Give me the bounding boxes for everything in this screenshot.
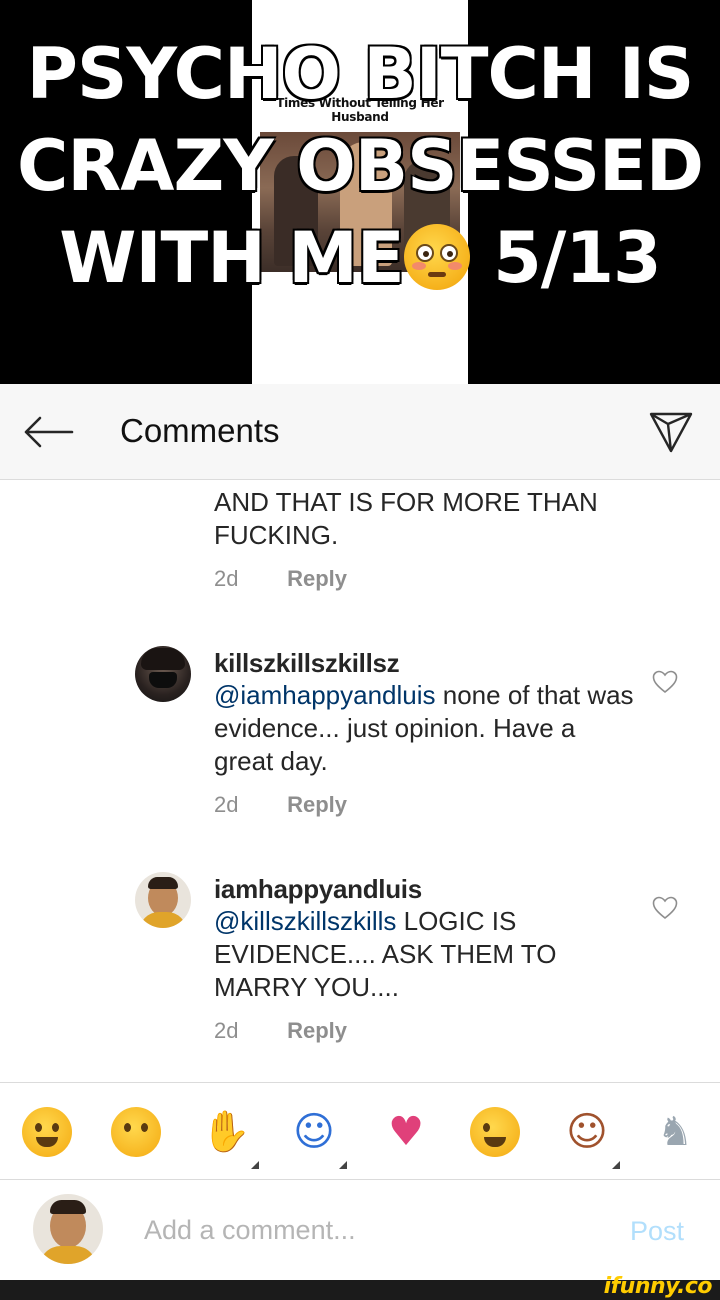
thinking-face-emoji-icon[interactable]: [111, 1107, 161, 1157]
comment-composer: Post: [0, 1180, 720, 1280]
page-title: Comments: [120, 412, 280, 449]
meme-headline-line-1: PSYCHO BITCH IS: [26, 33, 695, 115]
clapping-hands-emoji-icon[interactable]: ✋: [201, 1107, 259, 1169]
avatar[interactable]: [135, 872, 191, 928]
meme-headline-line-2: CRAZY OBSESSED: [17, 125, 704, 207]
mention-link[interactable]: @killszkillszkills: [214, 906, 396, 936]
ifunny-watermark: ifunny.co: [603, 1274, 713, 1299]
emoji-quick-bar: ✋ ☺ ♥ ☺ ♞: [0, 1082, 720, 1180]
footer-bar: ifunny.co: [0, 1274, 720, 1300]
woman-emoji-icon[interactable]: ☺: [562, 1107, 620, 1169]
reply-button[interactable]: Reply: [287, 1018, 347, 1043]
meme-headline-line-3: WITH ME 5/13: [0, 212, 720, 304]
comment-time: 2d: [214, 566, 239, 591]
comment-meta: 2d Reply: [214, 1018, 347, 1044]
heart-outline-icon[interactable]: [652, 896, 678, 920]
reply-button[interactable]: Reply: [287, 566, 347, 591]
avatar[interactable]: [135, 646, 191, 702]
comment-username[interactable]: killszkillszkillsz: [214, 648, 400, 679]
comment-meta: 2d Reply: [214, 566, 347, 592]
flushed-face-icon: [403, 224, 470, 290]
comment-text: @killszkillszkills LOGIC IS EVIDENCE....…: [214, 905, 634, 1004]
comment-meta: 2d Reply: [214, 792, 347, 818]
meme-page-count: 5/13: [493, 217, 662, 299]
comments-header: Comments: [0, 384, 720, 480]
comment-time: 2d: [214, 792, 239, 817]
comment-input[interactable]: [144, 1210, 604, 1250]
reply-button[interactable]: Reply: [287, 792, 347, 817]
meme-headline-text: WITH ME: [59, 217, 404, 299]
elephant-emoji-icon[interactable]: ♞: [650, 1107, 700, 1157]
meme-headline: PSYCHO BITCH IS CRAZY OBSESSED WITH ME 5…: [0, 28, 720, 304]
heart-with-ribbon-emoji-icon[interactable]: ♥: [381, 1107, 431, 1157]
avatar: [33, 1194, 103, 1264]
comment-username[interactable]: iamhappyandluis: [214, 874, 422, 905]
mention-link[interactable]: @iamhappyandluis: [214, 680, 436, 710]
arrow-left-icon[interactable]: [22, 414, 74, 450]
rolling-laughing-emoji-icon[interactable]: [22, 1107, 72, 1157]
post-button[interactable]: Post: [630, 1216, 684, 1247]
comment-text: @iamhappyandluis none of that was eviden…: [214, 679, 634, 778]
heart-outline-icon[interactable]: [652, 670, 678, 694]
comment-text: AND THAT IS FOR MORE THAN FUCKING.: [214, 487, 598, 550]
person-gesturing-ok-emoji-icon[interactable]: ☺: [289, 1107, 347, 1169]
meme-banner: Times Without Telling Her Husband @lov P…: [0, 0, 720, 384]
paper-plane-icon[interactable]: [648, 410, 694, 454]
winking-face-emoji-icon[interactable]: [470, 1107, 520, 1157]
comment-time: 2d: [214, 1018, 239, 1043]
